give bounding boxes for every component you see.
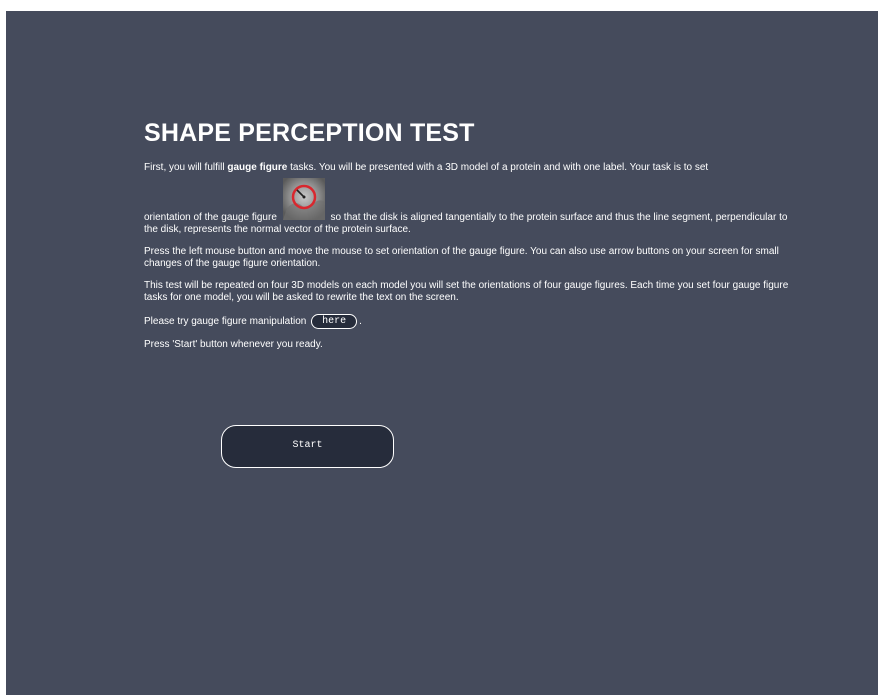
intro-paragraph-3: This test will be repeated on four 3D mo… [144,280,789,303]
intro-paragraph-1: First, you will fulfill gauge figure tas… [144,162,804,174]
start-button[interactable]: Start [221,425,394,468]
intro-paragraph-2: Press the left mouse button and move the… [144,246,779,269]
here-button[interactable]: here [311,314,358,329]
instructions-content: SHAPE PERCEPTION TEST First, you will fu… [144,118,804,361]
intro-paragraph-4: Please try gauge figure manipulation her… [144,314,804,329]
intro-text: First, you will fulfill [144,162,228,173]
gauge-figure-icon [282,178,325,220]
try-text: Please try gauge figure manipulation [144,316,307,328]
intro-text-cont: tasks. You will be presented with a 3D m… [287,162,709,173]
orientation-text: orientation of the gauge figure [144,212,277,223]
page-title: SHAPE PERCEPTION TEST [144,119,475,147]
intro-paragraph-5: Press 'Start' button whenever you ready. [144,339,323,350]
gauge-figure-bold: gauge figure [227,162,288,173]
page-panel: SHAPE PERCEPTION TEST First, you will fu… [6,11,878,695]
period-text: . [359,316,362,328]
intro-paragraph-1b: orientation of the gauge figure so that … [144,178,804,236]
